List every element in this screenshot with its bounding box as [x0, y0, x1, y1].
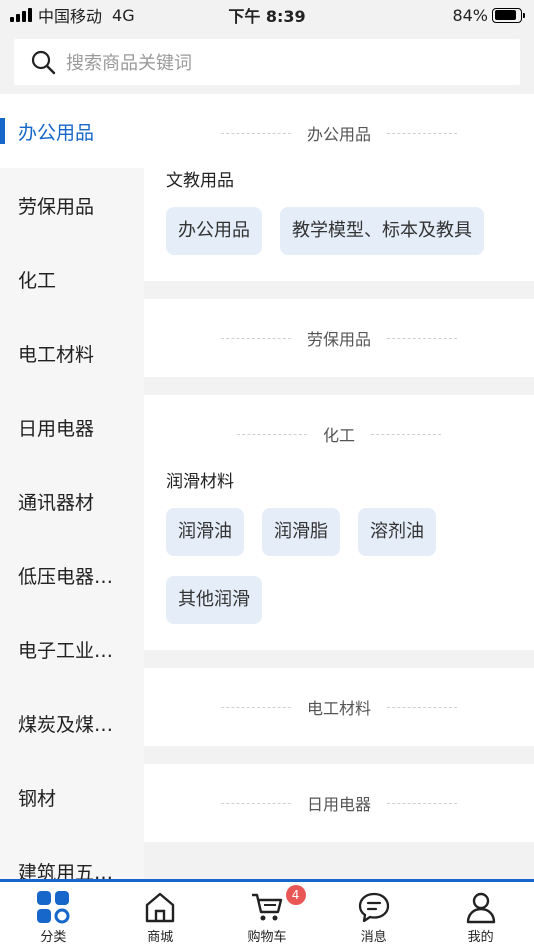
search-input[interactable]: 搜索商品关键词: [14, 39, 520, 85]
sidebar-item-electronics-industry[interactable]: 电子工业…: [0, 612, 144, 686]
chip-group: 润滑油 润滑脂 溶剂油 其他润滑: [144, 508, 534, 624]
status-bar: 中国移动 4G 下午 8:39 84%: [0, 0, 534, 30]
divider: [387, 706, 457, 708]
battery-indicator: 84%: [452, 5, 525, 25]
network-label: 4G: [112, 5, 135, 25]
sidebar-item-office-supplies[interactable]: 办公用品: [0, 94, 144, 168]
sidebar-item-home-appliances[interactable]: 日用电器: [0, 390, 144, 464]
battery-percent: 84%: [452, 5, 488, 25]
category-chip[interactable]: 润滑油: [166, 508, 244, 556]
section-header: 办公用品: [144, 94, 534, 172]
category-chip[interactable]: 其他润滑: [166, 576, 262, 624]
cart-badge: 4: [285, 885, 306, 905]
divider: [220, 706, 291, 708]
tab-messages[interactable]: 消息: [320, 882, 427, 950]
clock: 下午 8:39: [228, 7, 306, 26]
search-icon: [31, 50, 56, 75]
divider: [371, 433, 441, 435]
category-sidebar: 办公用品 劳保用品 化工 电工材料 日用电器 通讯器材 低压电器… 电子工业… …: [0, 94, 144, 879]
tab-mall[interactable]: 商城: [107, 882, 214, 950]
section-header: 电工材料: [144, 668, 534, 746]
carrier-label: 中国移动: [38, 7, 103, 26]
category-section: 办公用品 文教用品 办公用品 教学模型、标本及教具: [144, 94, 534, 281]
cart-icon: [251, 893, 283, 921]
category-chip[interactable]: 教学模型、标本及教具: [280, 207, 484, 255]
section-title: 电工材料: [306, 699, 371, 718]
sidebar-item-electrical-materials[interactable]: 电工材料: [0, 316, 144, 390]
signal-icon: [10, 8, 32, 22]
subcategory-title: 润滑材料: [166, 472, 234, 492]
sidebar-item-chemicals[interactable]: 化工: [0, 242, 144, 316]
sidebar-item-label: 建筑用五…: [18, 861, 114, 880]
category-chip[interactable]: 办公用品: [166, 207, 262, 255]
tab-cart[interactable]: 4 购物车: [214, 882, 321, 950]
sidebar-item-label: 钢材: [18, 787, 57, 810]
tab-category[interactable]: 分类: [0, 882, 107, 950]
category-section: 日用电器: [144, 764, 534, 842]
sidebar-item-label: 办公用品: [18, 121, 95, 144]
category-section: 劳保用品: [144, 299, 534, 377]
sidebar-item-low-voltage[interactable]: 低压电器…: [0, 538, 144, 612]
tab-label: 我的: [467, 930, 494, 945]
category-chip[interactable]: 润滑脂: [262, 508, 340, 556]
sidebar-item-labor-protection[interactable]: 劳保用品: [0, 168, 144, 242]
user-icon: [466, 892, 495, 924]
section-header: 化工: [144, 395, 534, 473]
sidebar-item-label: 劳保用品: [18, 195, 95, 218]
section-title: 劳保用品: [306, 330, 371, 349]
sidebar-item-label: 低压电器…: [18, 565, 114, 588]
chip-group: 办公用品 教学模型、标本及教具: [144, 207, 534, 255]
message-icon: [358, 892, 389, 923]
section-header: 日用电器: [144, 764, 534, 842]
search-bar: 搜索商品关键词: [0, 30, 534, 94]
category-chip[interactable]: 溶剂油: [358, 508, 436, 556]
divider: [236, 433, 307, 435]
tab-profile[interactable]: 我的: [427, 882, 534, 950]
sidebar-item-label: 煤炭及煤…: [18, 713, 114, 736]
section-title: 化工: [322, 426, 355, 445]
sidebar-item-building-hardware[interactable]: 建筑用五…: [0, 834, 144, 880]
divider: [220, 132, 291, 134]
sidebar-item-communication[interactable]: 通讯器材: [0, 464, 144, 538]
sidebar-item-label: 日用电器: [18, 417, 95, 440]
category-icon: [37, 891, 70, 924]
category-content: 办公用品 文教用品 办公用品 教学模型、标本及教具 劳保用品 化工 润滑材料 润…: [144, 94, 534, 879]
section-title: 日用电器: [306, 795, 371, 814]
divider: [220, 802, 291, 804]
category-section: 电工材料: [144, 668, 534, 746]
section-title: 办公用品: [306, 125, 371, 144]
tab-label: 分类: [40, 930, 67, 945]
tab-label: 商城: [147, 930, 174, 945]
divider: [387, 132, 457, 134]
battery-icon: [492, 7, 525, 23]
sidebar-item-coal[interactable]: 煤炭及煤…: [0, 686, 144, 760]
category-section: 化工 润滑材料 润滑油 润滑脂 溶剂油 其他润滑: [144, 395, 534, 650]
subcategory-title: 文教用品: [166, 171, 234, 191]
sidebar-item-steel[interactable]: 钢材: [0, 760, 144, 834]
divider: [387, 337, 457, 339]
sidebar-item-label: 通讯器材: [18, 491, 95, 514]
section-header: 劳保用品: [144, 299, 534, 377]
tab-label: 消息: [360, 930, 387, 945]
sidebar-item-label: 电子工业…: [18, 639, 114, 662]
bottom-tab-bar: 分类 商城 4 购物车 消息 我的: [0, 879, 534, 950]
tab-label: 购物车: [247, 930, 287, 945]
home-icon: [145, 892, 175, 923]
divider: [387, 802, 457, 804]
search-placeholder: 搜索商品关键词: [66, 53, 192, 74]
divider: [220, 337, 291, 339]
sidebar-item-label: 化工: [18, 269, 57, 292]
sidebar-item-label: 电工材料: [18, 343, 95, 366]
